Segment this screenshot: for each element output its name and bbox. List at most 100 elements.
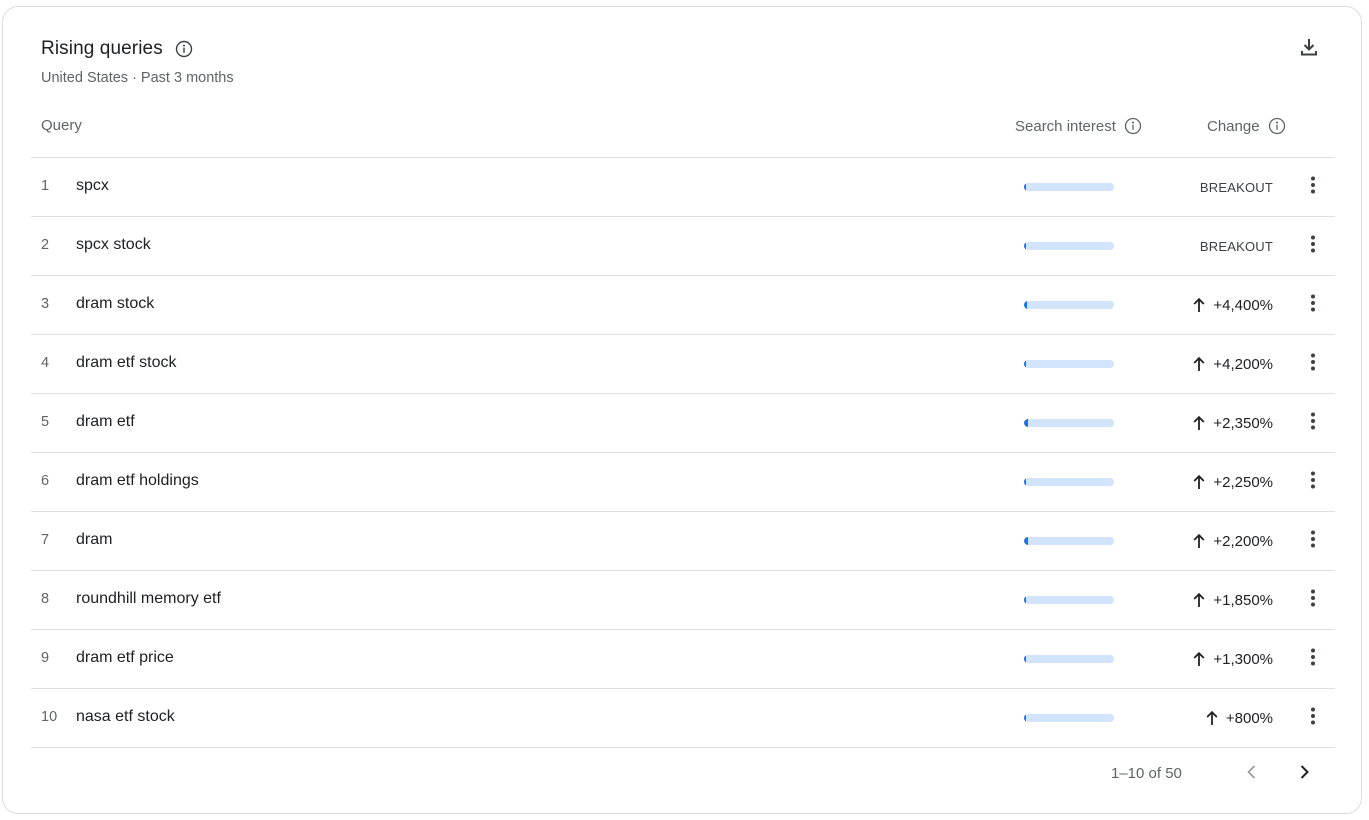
more-options-button[interactable]	[1301, 647, 1325, 671]
arrow-up-icon	[1191, 414, 1207, 432]
next-page-button[interactable]	[1291, 761, 1317, 787]
row-change: BREAKOUT	[1200, 176, 1273, 198]
more-options-button[interactable]	[1301, 588, 1325, 612]
arrow-up-icon	[1191, 532, 1207, 550]
search-interest-bar	[1024, 478, 1114, 486]
card-title: Rising queries	[41, 38, 163, 59]
more-vert-icon	[1303, 234, 1323, 259]
search-interest-bar	[1024, 419, 1114, 427]
row-change: +2,250%	[1191, 471, 1273, 493]
arrow-up-icon	[1191, 473, 1207, 491]
arrow-up-icon	[1204, 709, 1220, 727]
more-options-button[interactable]	[1301, 175, 1325, 199]
row-change: BREAKOUT	[1200, 235, 1273, 257]
chevron-right-icon	[1294, 762, 1314, 787]
more-options-button[interactable]	[1301, 706, 1325, 730]
change-value: +4,400%	[1213, 296, 1273, 314]
row-rank: 1	[41, 178, 50, 194]
row-rank: 5	[41, 414, 50, 430]
search-interest-bar	[1024, 537, 1114, 545]
change-value: +2,250%	[1213, 473, 1273, 491]
row-rank: 4	[41, 355, 50, 371]
table-row[interactable]: 5 dram etf +2,350%	[31, 394, 1335, 453]
row-rank: 10	[41, 709, 58, 725]
arrow-up-icon	[1191, 355, 1207, 373]
row-query[interactable]: spcx stock	[76, 236, 151, 254]
search-interest-bar	[1024, 360, 1114, 368]
info-icon[interactable]	[1124, 117, 1142, 135]
chevron-left-icon	[1242, 762, 1262, 787]
search-interest-bar-fill	[1024, 537, 1028, 545]
breakout-label: BREAKOUT	[1199, 238, 1273, 254]
more-vert-icon	[1303, 529, 1323, 554]
change-value: +4,200%	[1213, 355, 1273, 373]
row-query[interactable]: spcx	[76, 177, 109, 195]
column-header-search-interest: Search interest	[1015, 117, 1142, 135]
more-options-button[interactable]	[1301, 293, 1325, 317]
table-row[interactable]: 3 dram stock +4,400%	[31, 276, 1335, 335]
search-interest-bar	[1024, 242, 1114, 250]
column-header-query: Query	[41, 117, 82, 134]
table-row[interactable]: 6 dram etf holdings +2,250%	[31, 453, 1335, 512]
row-query[interactable]: dram etf price	[76, 649, 174, 667]
download-button[interactable]	[1297, 37, 1321, 61]
more-vert-icon	[1303, 293, 1323, 318]
row-change: +4,400%	[1191, 294, 1273, 316]
breakout-label: BREAKOUT	[1199, 179, 1273, 195]
search-interest-bar-fill	[1024, 183, 1026, 191]
more-options-button[interactable]	[1301, 234, 1325, 258]
table-row[interactable]: 1 spcx BREAKOUT	[31, 158, 1335, 217]
arrow-up-icon	[1191, 591, 1207, 609]
more-options-button[interactable]	[1301, 411, 1325, 435]
row-query[interactable]: nasa etf stock	[76, 708, 175, 726]
more-options-button[interactable]	[1301, 352, 1325, 376]
table-row[interactable]: 9 dram etf price +1,300%	[31, 630, 1335, 689]
download-icon	[1298, 36, 1320, 63]
more-options-button[interactable]	[1301, 470, 1325, 494]
row-rank: 6	[41, 473, 50, 489]
row-change: +2,200%	[1191, 530, 1273, 552]
card-header: Rising queries United States · Past 3 mo…	[41, 37, 234, 86]
info-icon[interactable]	[1268, 117, 1286, 135]
row-change: +1,300%	[1191, 648, 1273, 670]
row-query[interactable]: dram etf stock	[76, 354, 176, 372]
row-query[interactable]: dram etf holdings	[76, 472, 199, 490]
row-query[interactable]: dram etf	[76, 413, 135, 431]
table-row[interactable]: 10 nasa etf stock +800%	[31, 689, 1335, 748]
row-query[interactable]: dram	[76, 531, 112, 549]
search-interest-bar	[1024, 714, 1114, 722]
change-value: +2,350%	[1213, 414, 1273, 432]
table-row[interactable]: 2 spcx stock BREAKOUT	[31, 217, 1335, 276]
more-options-button[interactable]	[1301, 529, 1325, 553]
search-interest-bar-fill	[1024, 478, 1026, 486]
search-interest-bar-fill	[1024, 242, 1026, 250]
previous-page-button[interactable]	[1239, 761, 1265, 787]
row-query[interactable]: dram stock	[76, 295, 154, 313]
change-value: +1,300%	[1213, 650, 1273, 668]
row-change: +800%	[1204, 707, 1273, 729]
rising-queries-card: Rising queries United States · Past 3 mo…	[2, 6, 1362, 814]
table-row[interactable]: 7 dram +2,200%	[31, 512, 1335, 571]
table-row[interactable]: 8 roundhill memory etf +1,850%	[31, 571, 1335, 630]
column-header-change: Change	[1207, 117, 1286, 135]
search-interest-bar	[1024, 655, 1114, 663]
column-header-change-label: Change	[1207, 117, 1260, 135]
arrow-up-icon	[1191, 650, 1207, 668]
more-vert-icon	[1303, 470, 1323, 495]
card-subtitle: United States · Past 3 months	[41, 70, 234, 86]
info-icon[interactable]	[175, 40, 193, 58]
title-row: Rising queries	[41, 37, 234, 61]
table-body: 1 spcx BREAKOUT 2 spcx stock BREAKOUT 3 dram st…	[31, 158, 1335, 748]
more-vert-icon	[1303, 411, 1323, 436]
row-query[interactable]: roundhill memory etf	[76, 590, 221, 608]
search-interest-bar-fill	[1024, 301, 1027, 309]
search-interest-bar-fill	[1024, 714, 1026, 722]
more-vert-icon	[1303, 352, 1323, 377]
change-value: +1,850%	[1213, 591, 1273, 609]
more-vert-icon	[1303, 175, 1323, 200]
search-interest-bar	[1024, 301, 1114, 309]
row-rank: 3	[41, 296, 50, 312]
row-rank: 2	[41, 237, 50, 253]
table-row[interactable]: 4 dram etf stock +4,200%	[31, 335, 1335, 394]
row-change: +1,850%	[1191, 589, 1273, 611]
